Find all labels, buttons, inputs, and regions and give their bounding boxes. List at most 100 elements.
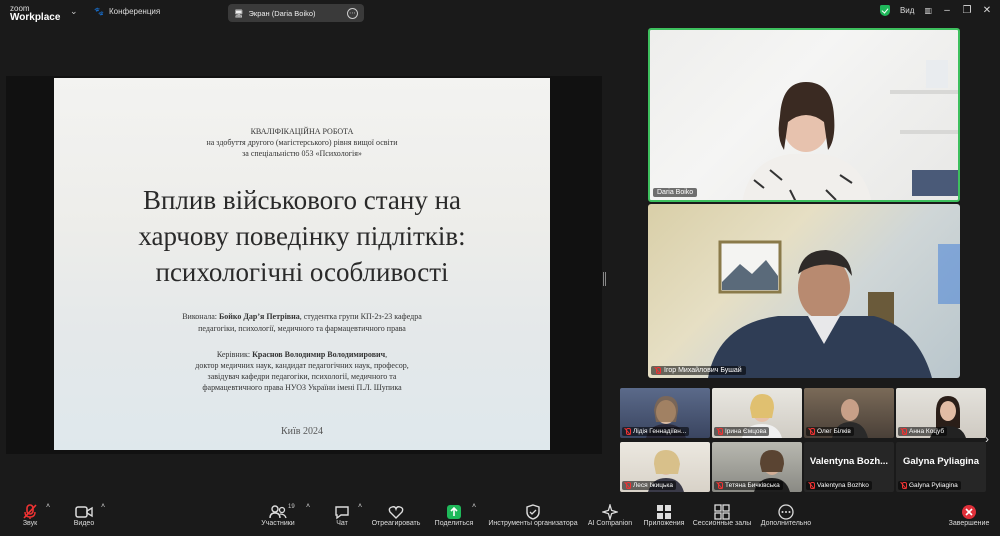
participant-gallery: Лідія Геннадіївн... Ірина Ємцова Олег Бі…	[620, 388, 988, 494]
slide-author: Виконала: Бойко Дар’я Петрівна, студентк…	[54, 311, 550, 335]
mic-muted-icon	[625, 428, 631, 435]
gallery-tile[interactable]: Тетяна Бичківська	[712, 442, 802, 492]
view-button[interactable]: Вид	[900, 6, 914, 15]
video-label: Видео	[73, 520, 95, 527]
mic-muted-icon	[625, 482, 631, 489]
restore-icon[interactable]: ❐	[962, 5, 972, 16]
ai-companion-button[interactable]: AI Companion	[586, 503, 634, 527]
gallery-tile[interactable]: Леся Іжицька	[620, 442, 710, 492]
slide-city-year: Київ 2024	[280, 426, 324, 437]
slide-degree: на здобуття другого (магістерського) рів…	[206, 138, 398, 147]
host-tools-label: Инструменты организатора	[488, 520, 578, 527]
mic-muted-icon	[655, 367, 661, 374]
end-label: Завершение	[948, 520, 990, 527]
resize-handle[interactable]	[603, 272, 606, 286]
supervisor-line2: доктор медичних наук, кандидат педагогіч…	[195, 361, 409, 370]
slide-title-line2: харчову поведінку підлітків:	[138, 221, 466, 251]
mic-muted-icon	[901, 482, 907, 489]
participants-button[interactable]: Участники 19	[258, 503, 298, 527]
chevron-up-icon[interactable]: ˄	[306, 503, 310, 510]
screen-share-indicator[interactable]: 🖥 Экран (Daria Boiko) ⋯	[228, 4, 364, 22]
supervisor-line4: фармацевтичного права НУОЗ України імені…	[202, 383, 402, 392]
end-meeting-button[interactable]: Завершение	[946, 503, 992, 527]
gallery-tile[interactable]: Valentyna Bozh... Valentyna Bozhko	[804, 442, 894, 492]
logo-line2: Workplace	[10, 12, 61, 23]
ai-companion-label: AI Companion	[587, 520, 633, 527]
share-button[interactable]: Поделиться	[432, 503, 476, 527]
chevron-right-icon[interactable]: ›	[985, 432, 989, 446]
apps-grid-icon	[640, 503, 688, 520]
share-arrow-icon	[432, 503, 476, 520]
supervisor-prefix: Керівник:	[216, 350, 253, 359]
participant-name-tag: Тетяна Бичківська	[714, 481, 783, 490]
author-rest: , студентка групи КП-2з-23 кафедра	[299, 312, 422, 321]
breakout-rooms-label: Сессионные залы	[692, 520, 752, 527]
slide-title-line1: Вплив військового стану на	[142, 185, 462, 215]
gallery-tile[interactable]: Ірина Ємцова	[712, 388, 802, 438]
apps-button[interactable]: Приложения	[640, 503, 688, 527]
paw-icon: 🐾	[94, 7, 104, 16]
audio-button[interactable]: Звук	[14, 503, 46, 527]
heart-icon	[370, 503, 422, 520]
video-button[interactable]: Видео	[68, 503, 100, 527]
react-label: Отреагировать	[371, 520, 421, 527]
speaker-name-tag: Daria Boiko	[653, 188, 698, 197]
chat-icon	[330, 503, 354, 520]
speaker-name-tag: Ігор Михайлович Бушай	[651, 366, 746, 375]
mic-muted-icon	[809, 428, 815, 435]
participant-name: Ірина Ємцова	[725, 428, 767, 435]
author-prefix: Виконала:	[182, 312, 219, 321]
author-line2: педагогіки, психології, медичного та фар…	[198, 324, 406, 333]
chevron-up-icon[interactable]: ˄	[46, 503, 50, 510]
chevron-up-icon[interactable]: ˄	[472, 503, 476, 510]
audio-label: Звук	[22, 520, 38, 527]
share-label: Экран (Daria Boiko)	[248, 8, 316, 18]
more-options-icon[interactable]: ⋯	[347, 7, 358, 19]
breakout-rooms-button[interactable]: Сессионные залы	[690, 503, 754, 527]
speaker-name: Daria Boiko	[657, 189, 694, 196]
speaker-tile-igor[interactable]: Ігор Михайлович Бушай	[648, 204, 960, 378]
speaker-name: Ігор Михайлович Бушай	[664, 367, 742, 374]
participant-name-tag: Galyna Pyliagina	[898, 481, 961, 490]
participants-count: 19	[288, 504, 295, 510]
participant-name: Тетяна Бичківська	[725, 482, 780, 489]
encryption-shield-icon[interactable]	[879, 5, 890, 16]
participant-name-tag: Олег Білків	[806, 427, 854, 436]
chat-label: Чат	[336, 520, 348, 527]
igor-video	[708, 240, 960, 378]
top-bar: zoom Workplace ⌄ 🐾 Конференция 🖥 Экран (…	[0, 0, 1000, 26]
slide-title-line3: психологічні особливості	[155, 257, 449, 287]
participant-display-name: Galyna Pyliagina	[902, 456, 980, 467]
shield-icon	[484, 503, 582, 520]
participant-name: Леся Іжицька	[633, 482, 673, 489]
zoom-logo: zoom Workplace	[10, 4, 61, 23]
mic-muted-icon	[717, 428, 723, 435]
shared-screen: КВАЛІФІКАЦІЙНА РОБОТА на здобуття другог…	[6, 76, 602, 454]
react-button[interactable]: Отреагировать	[370, 503, 422, 527]
minimize-icon[interactable]: –	[942, 5, 952, 16]
slide-supervisor: Керівник: Краснов Володимир Володимирови…	[54, 349, 550, 393]
participant-name-tag: Леся Іжицька	[622, 481, 676, 490]
chevron-up-icon[interactable]: ˄	[101, 503, 105, 510]
gallery-tile[interactable]: Лідія Геннадіївн...	[620, 388, 710, 438]
more-button[interactable]: Дополнительно	[758, 503, 814, 527]
participant-name: Valentyna Bozhko	[817, 482, 869, 489]
host-tools-button[interactable]: Инструменты организатора	[484, 503, 582, 527]
participant-name-tag: Лідія Геннадіївн...	[622, 427, 690, 436]
view-grid-icon[interactable]: ▥	[924, 6, 932, 15]
gallery-tile[interactable]: Galyna Pyliagina Galyna Pyliagina	[896, 442, 986, 492]
speaker-tile-daria[interactable]: Daria Boiko	[648, 28, 960, 202]
meeting-label: Конференция	[108, 7, 161, 16]
close-icon[interactable]: ✕	[982, 5, 992, 16]
meeting-info-button[interactable]: 🐾 Конференция	[94, 7, 160, 16]
chevron-down-icon[interactable]: ⌄	[70, 6, 78, 17]
gallery-tile[interactable]: Анна Коцуб	[896, 388, 986, 438]
share-label: Поделиться	[434, 520, 474, 527]
daria-video	[742, 60, 958, 200]
screen-icon: 🖥	[234, 8, 244, 18]
chat-button[interactable]: Чат	[330, 503, 354, 527]
slide-specialty: за спеціальністю 053 «Психологія»	[242, 149, 362, 158]
more-label: Дополнительно	[760, 520, 812, 527]
chevron-up-icon[interactable]: ˄	[358, 503, 362, 510]
gallery-tile[interactable]: Олег Білків	[804, 388, 894, 438]
